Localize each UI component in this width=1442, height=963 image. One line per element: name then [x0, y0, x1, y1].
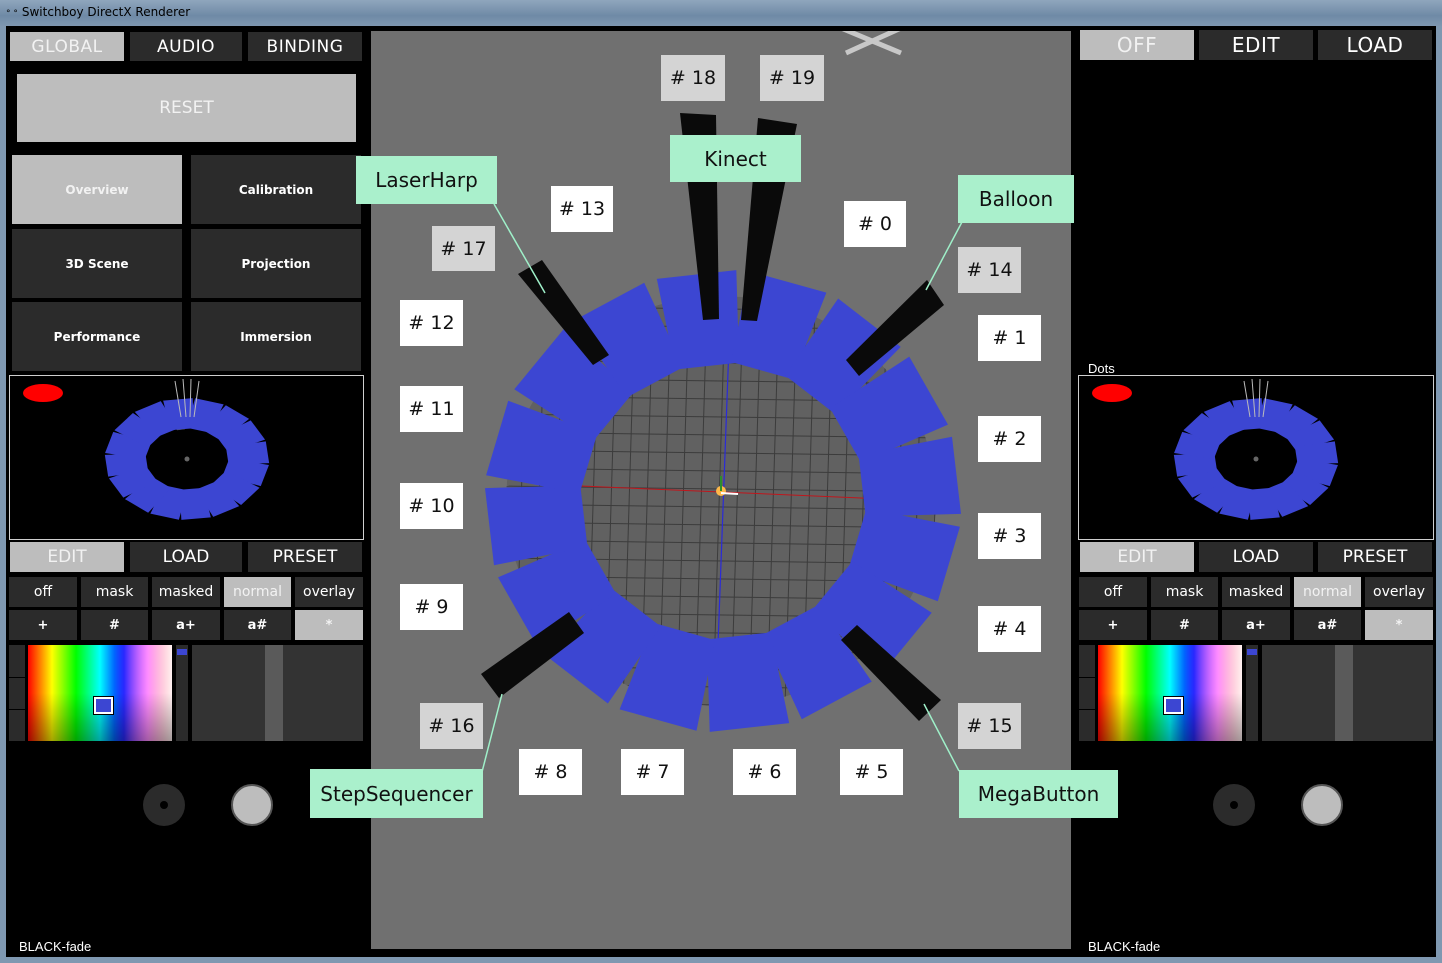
panel-label-7[interactable]: # 7 [621, 749, 684, 795]
layer-preview [9, 375, 364, 540]
panel-label-1[interactable]: # 1 [978, 315, 1041, 361]
tab-off[interactable]: OFF [1080, 30, 1194, 60]
blend-star[interactable]: * [295, 610, 363, 640]
intensity-knob[interactable] [231, 784, 273, 826]
callout-megabutton: MegaButton [959, 770, 1118, 818]
panel-label-19[interactable]: # 19 [760, 55, 824, 101]
menu-projection[interactable]: Projection [191, 229, 361, 298]
mode-normal-right[interactable]: normal [1294, 577, 1361, 607]
window-frame-left [0, 26, 6, 963]
swatch-column[interactable] [9, 645, 25, 741]
panel-label-0[interactable]: # 0 [844, 201, 906, 247]
mode-masked[interactable]: masked [152, 577, 220, 607]
blend-a-hash[interactable]: a# [224, 610, 291, 640]
mode-normal[interactable]: normal [224, 577, 291, 607]
callout-laserharp: LaserHarp [356, 156, 497, 204]
menu-overview[interactable]: Overview [12, 155, 182, 224]
tab-edit[interactable]: EDIT [1199, 30, 1313, 60]
blend-plus-right[interactable]: + [1079, 610, 1147, 640]
mini-ring-preview-right [1173, 378, 1339, 520]
window-frame-right [1436, 26, 1442, 963]
panel-label-3[interactable]: # 3 [978, 513, 1041, 559]
blend-hash[interactable]: # [81, 610, 148, 640]
title-bar: ° ° Switchboy DirectX Renderer [0, 0, 1442, 26]
reset-button[interactable]: RESET [17, 74, 356, 142]
status-text-right: BLACK-fade [1088, 939, 1161, 954]
edit-tab[interactable]: EDIT [10, 542, 124, 572]
mode-masked-right[interactable]: masked [1222, 577, 1290, 607]
preset-tab-right[interactable]: PRESET [1318, 542, 1432, 572]
edit-tab-right[interactable]: EDIT [1080, 542, 1194, 572]
blend-plus[interactable]: + [9, 610, 77, 640]
callout-kinect: Kinect [670, 135, 801, 182]
tab-load[interactable]: LOAD [1318, 30, 1432, 60]
intensity-knob-right[interactable] [1301, 784, 1343, 826]
panel-label-16[interactable]: # 16 [420, 703, 483, 749]
mode-overlay[interactable]: overlay [295, 577, 363, 607]
alpha-slider-right[interactable] [1262, 645, 1433, 741]
status-text: BLACK-fade [19, 939, 92, 954]
callout-stepsequencer: StepSequencer [310, 769, 483, 818]
blend-a-plus-right[interactable]: a+ [1222, 610, 1290, 640]
window-frame-bottom [0, 957, 1442, 963]
panel-label-14[interactable]: # 14 [958, 247, 1021, 293]
blend-hash-right[interactable]: # [1151, 610, 1218, 640]
panel-label-17[interactable]: # 17 [432, 226, 495, 271]
hue-strip-right[interactable] [1246, 645, 1258, 741]
preset-tab[interactable]: PRESET [248, 542, 362, 572]
swatch-column-right[interactable] [1079, 645, 1095, 741]
menu-performance[interactable]: Performance [12, 302, 182, 371]
mode-off-right[interactable]: off [1079, 577, 1147, 607]
panel-label-15[interactable]: # 15 [958, 703, 1021, 749]
panel-label-12[interactable]: # 12 [400, 300, 463, 346]
menu-immersion[interactable]: Immersion [191, 302, 361, 371]
panel-label-5[interactable]: # 5 [840, 749, 903, 795]
panel-label-11[interactable]: # 11 [400, 386, 463, 432]
tab-audio[interactable]: AUDIO [130, 32, 242, 61]
color-cursor-icon[interactable] [1163, 696, 1184, 715]
blend-a-hash-right[interactable]: a# [1294, 610, 1361, 640]
mode-overlay-right[interactable]: overlay [1365, 577, 1433, 607]
mini-center-dot [184, 456, 190, 462]
load-tab[interactable]: LOAD [130, 542, 242, 572]
panel-label-2[interactable]: # 2 [978, 416, 1041, 462]
tab-global[interactable]: GLOBAL [10, 32, 124, 61]
hue-strip[interactable] [176, 645, 188, 741]
color-picker[interactable] [28, 645, 172, 741]
mode-mask[interactable]: mask [81, 577, 148, 607]
origin-axis-white [720, 492, 739, 495]
speed-knob[interactable] [143, 784, 185, 826]
tab-binding[interactable]: BINDING [248, 32, 362, 61]
speed-knob-right[interactable] [1213, 784, 1255, 826]
load-tab-right[interactable]: LOAD [1199, 542, 1313, 572]
mode-mask-right[interactable]: mask [1151, 577, 1218, 607]
close-x-icon[interactable] [841, 31, 902, 56]
panel-label-18[interactable]: # 18 [661, 55, 725, 101]
color-cursor-icon[interactable] [93, 696, 114, 715]
menu-3d-scene[interactable]: 3D Scene [12, 229, 182, 298]
alpha-slider[interactable] [192, 645, 363, 741]
panel-label-10[interactable]: # 10 [400, 483, 463, 529]
window-title: ° ° Switchboy DirectX Renderer [6, 5, 191, 19]
panel-label-8[interactable]: # 8 [519, 749, 582, 795]
blend-a-plus[interactable]: a+ [152, 610, 220, 640]
panel-label-4[interactable]: # 4 [978, 606, 1041, 652]
menu-calibration[interactable]: Calibration [191, 155, 361, 224]
panel-label-13[interactable]: # 13 [551, 186, 613, 232]
mode-off[interactable]: off [9, 577, 77, 607]
callout-balloon: Balloon [958, 175, 1074, 223]
color-picker-right[interactable] [1098, 645, 1242, 741]
panel-label-6[interactable]: # 6 [733, 749, 796, 795]
output-preview [1078, 375, 1434, 540]
mini-ring-preview [104, 378, 270, 520]
blend-star-right[interactable]: * [1365, 610, 1433, 640]
mini-center-dot [1253, 456, 1259, 462]
panel-label-9[interactable]: # 9 [400, 584, 463, 630]
preview-title: Dots [1088, 361, 1115, 376]
